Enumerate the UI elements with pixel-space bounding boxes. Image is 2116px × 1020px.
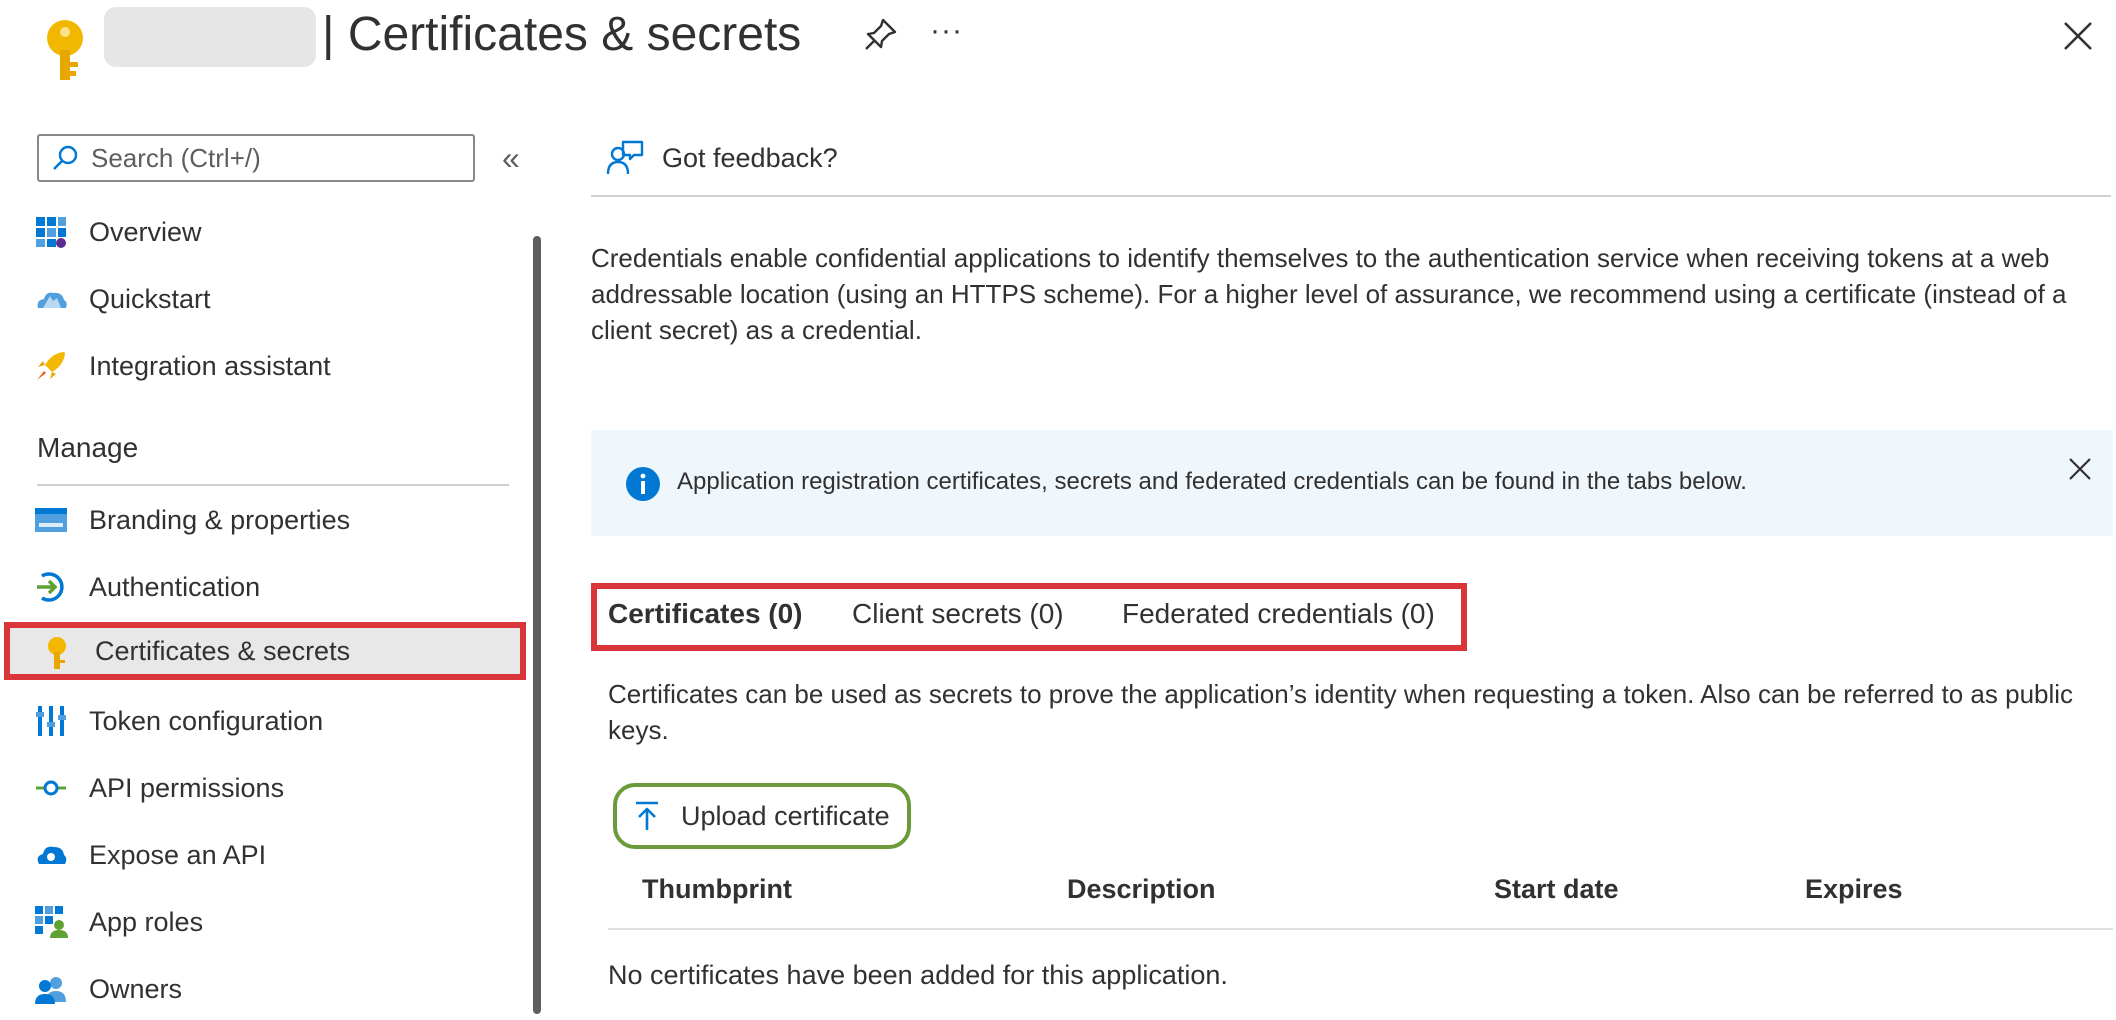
sidebar-scrollbar[interactable] — [533, 236, 541, 1014]
sidebar-item-quickstart[interactable]: Quickstart — [0, 268, 530, 330]
sidebar-item-label: Authentication — [89, 571, 261, 602]
search-box[interactable] — [37, 134, 475, 182]
tab-federated-credentials[interactable]: Federated credentials (0) — [1122, 598, 1435, 630]
sidebar-item-label: App roles — [89, 906, 204, 937]
empty-table-message: No certificates have been added for this… — [608, 960, 1228, 990]
token-icon — [36, 706, 66, 736]
page-title: | Certificates & secrets — [322, 0, 801, 70]
sidebar-item-label: Expose an API — [89, 839, 267, 870]
sidebar-item-label: Branding & properties — [89, 504, 351, 535]
column-header-start-date[interactable]: Start date — [1494, 874, 1619, 905]
rocket-icon — [37, 352, 65, 380]
divider — [37, 484, 509, 486]
sidebar-item-label: Owners — [89, 973, 183, 1004]
sidebar-item-owners[interactable]: Owners — [0, 958, 530, 1020]
column-header-description[interactable]: Description — [1067, 874, 1216, 905]
search-input[interactable] — [89, 141, 453, 175]
sidebar-group-manage: Manage — [37, 432, 139, 463]
sidebar-item-label: API permissions — [89, 772, 285, 803]
sidebar-item-authentication[interactable]: Authentication — [0, 556, 530, 618]
tab-description: Certificates can be used as secrets to p… — [608, 679, 2074, 745]
title-separator: | — [322, 8, 335, 61]
upload-icon — [636, 801, 658, 830]
sidebar-item-app-roles[interactable]: App roles — [0, 891, 530, 953]
app-name-redacted — [104, 7, 316, 67]
overview-icon — [36, 217, 66, 248]
close-icon[interactable] — [2062, 20, 2094, 52]
sidebar-item-token-configuration[interactable]: Token configuration — [0, 690, 530, 752]
quickstart-icon — [37, 292, 67, 308]
column-header-thumbprint[interactable]: Thumbprint — [642, 874, 792, 905]
sidebar-item-overview[interactable]: Overview — [0, 201, 530, 263]
sidebar-item-label: Integration assistant — [89, 350, 331, 381]
app-roles-icon — [35, 906, 68, 938]
sidebar-item-label: Certificates & secrets — [95, 635, 351, 666]
owners-icon — [35, 977, 66, 1004]
collapse-sidebar-icon[interactable]: « — [502, 140, 520, 177]
sidebar-item-integration-assistant[interactable]: Integration assistant — [0, 335, 530, 397]
sidebar-item-label: Overview — [89, 216, 202, 247]
api-permissions-icon — [36, 780, 66, 796]
more-options-icon[interactable]: ··· — [930, 14, 963, 48]
key-app-icon — [47, 20, 83, 80]
sidebar-item-branding[interactable]: Branding & properties — [0, 489, 530, 551]
sidebar-item-api-permissions[interactable]: API permissions — [0, 757, 530, 819]
feedback-button[interactable]: Got feedback? — [606, 134, 838, 182]
feedback-icon — [606, 140, 644, 175]
authentication-icon — [37, 572, 64, 602]
divider — [591, 195, 2111, 197]
sidebar-item-label: Quickstart — [89, 283, 211, 314]
column-header-expires[interactable]: Expires — [1805, 874, 1903, 905]
close-icon[interactable] — [2067, 456, 2093, 482]
upload-certificate-label: Upload certificate — [681, 800, 890, 831]
upload-certificate-button[interactable]: Upload certificate — [613, 783, 911, 849]
info-banner-text: Application registration certificates, s… — [677, 468, 1747, 495]
info-icon — [626, 467, 660, 501]
key-icon — [48, 637, 66, 669]
cloud-api-icon — [37, 846, 67, 864]
tab-certificates[interactable]: Certificates (0) — [608, 598, 803, 630]
branding-icon — [35, 508, 67, 532]
intro-text: Credentials enable confidential applicat… — [591, 243, 2067, 345]
search-icon — [53, 145, 78, 170]
sidebar-item-expose-api[interactable]: Expose an API — [0, 824, 530, 886]
sidebar-item-label: Token configuration — [89, 705, 324, 736]
pin-icon[interactable] — [863, 16, 899, 52]
table-divider — [608, 928, 2113, 930]
page-title-text: Certificates & secrets — [347, 8, 802, 61]
sidebar-item-certificates-secrets[interactable]: Certificates & secrets — [4, 622, 526, 680]
tab-client-secrets[interactable]: Client secrets (0) — [852, 598, 1064, 630]
feedback-label: Got feedback? — [662, 142, 838, 173]
